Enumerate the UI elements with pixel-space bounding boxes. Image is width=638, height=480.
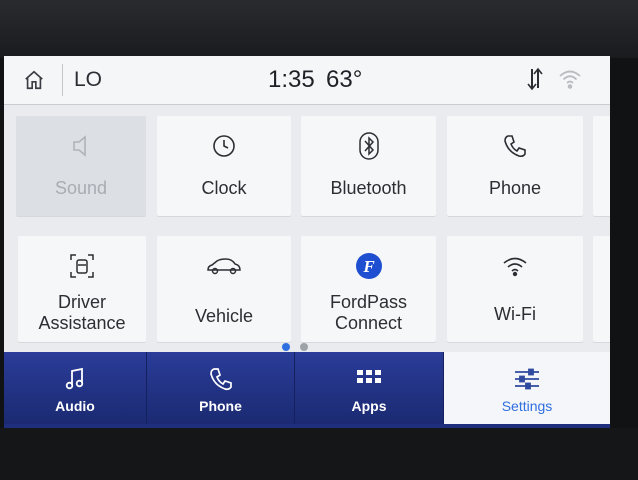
- music-note-icon: [65, 367, 84, 390]
- tile-driver-assistance-label: Driver Assistance: [38, 292, 126, 333]
- tile-partial-next: [593, 116, 610, 216]
- tile-sound-label: Sound: [54, 178, 108, 198]
- tile-clock[interactable]: Clock: [157, 116, 291, 216]
- clock-icon: [213, 135, 235, 157]
- tile-phone[interactable]: Phone: [447, 116, 583, 216]
- tile-driver-assistance[interactable]: Driver Assistance: [18, 236, 146, 342]
- climate-setting[interactable]: LO: [74, 68, 102, 92]
- tile-wifi-label: Wi-Fi: [494, 304, 536, 324]
- driver-assist-icon: [70, 254, 94, 278]
- nav-settings[interactable]: Settings: [444, 352, 610, 424]
- outside-temperature: 63°: [326, 66, 363, 93]
- tile-fordpass-connect-label: FordPass Connect: [329, 292, 408, 333]
- tile-bluetooth-label: Bluetooth: [330, 178, 407, 198]
- wifi-icon: [503, 257, 527, 277]
- pager-dot[interactable]: [300, 343, 308, 351]
- apps-grid-icon: [357, 370, 381, 383]
- infotainment-screen: LO 1:35 63° Sound Clock Bluetooth Phone …: [4, 56, 610, 428]
- nav-phone-label: Phone: [199, 398, 242, 414]
- home-button[interactable]: [12, 62, 56, 98]
- car-icon: [207, 258, 241, 275]
- tile-vehicle[interactable]: Vehicle: [157, 236, 291, 342]
- nav-audio[interactable]: Audio: [4, 352, 147, 424]
- status-bar: LO 1:35 63°: [4, 56, 610, 105]
- tile-wifi[interactable]: Wi-Fi: [447, 236, 583, 342]
- screen-bezel-bottom: [0, 428, 638, 480]
- bottom-nav: Audio Phone Apps Settings: [4, 352, 610, 428]
- nav-phone[interactable]: Phone: [147, 352, 295, 424]
- sliders-icon: [515, 368, 539, 390]
- tile-fordpass-connect[interactable]: F FordPass Connect: [301, 236, 436, 342]
- nav-apps-label: Apps: [351, 398, 387, 414]
- phone-icon: [504, 135, 526, 158]
- data-signal-icon: [527, 67, 543, 91]
- fordpass-icon: F: [355, 253, 382, 279]
- tile-phone-label: Phone: [488, 178, 542, 198]
- wifi-status-icon: [559, 70, 581, 89]
- nav-settings-label: Settings: [501, 398, 553, 414]
- status-divider: [62, 64, 63, 96]
- svg-text:F: F: [362, 257, 375, 276]
- phone-icon: [209, 368, 232, 391]
- speaker-icon: [73, 135, 86, 157]
- bluetooth-icon: [358, 132, 379, 160]
- tile-sound[interactable]: Sound: [16, 116, 146, 216]
- nav-audio-label: Audio: [55, 398, 95, 414]
- tile-clock-label: Clock: [201, 178, 247, 198]
- tile-bluetooth[interactable]: Bluetooth: [301, 116, 436, 216]
- screen-bezel-top: [0, 0, 638, 58]
- nav-apps[interactable]: Apps: [295, 352, 444, 424]
- home-icon: [25, 70, 43, 90]
- tile-vehicle-label: Vehicle: [194, 306, 254, 326]
- pager-dot-active[interactable]: [282, 343, 290, 351]
- tile-partial-next-2: [593, 236, 610, 342]
- clock-time: 1:35: [268, 66, 315, 93]
